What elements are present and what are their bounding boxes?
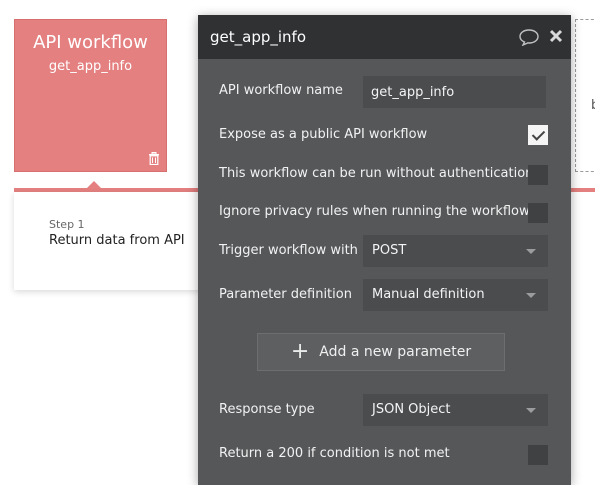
add-parameter-label: Add a new parameter: [319, 344, 472, 360]
parameter-definition-select[interactable]: Manual definition: [363, 279, 548, 311]
response-type-label: Response type: [219, 402, 315, 417]
placeholder-partial-text: b: [591, 98, 595, 113]
expose-public-checkbox[interactable]: [528, 125, 548, 145]
chevron-down-icon: [526, 249, 536, 254]
chevron-down-icon: [526, 293, 536, 298]
trigger-method-select[interactable]: POST: [363, 235, 548, 267]
api-workflow-card[interactable]: API workflow get_app_info: [14, 19, 167, 172]
return-200-checkbox[interactable]: [528, 445, 548, 465]
parameter-definition-value: Manual definition: [372, 287, 485, 302]
no-auth-label: This workflow can be run without authent…: [219, 166, 534, 181]
trigger-method-label: Trigger workflow with: [219, 243, 358, 258]
plus-icon: +: [290, 339, 310, 364]
response-type-select[interactable]: JSON Object: [363, 394, 548, 426]
workflow-property-panel: get_app_info API workflow name Expose as…: [198, 15, 571, 485]
step-number: Step 1: [49, 218, 85, 231]
api-name-label: API workflow name: [219, 83, 343, 98]
parameter-definition-label: Parameter definition: [219, 287, 352, 302]
ignore-privacy-checkbox[interactable]: [528, 203, 548, 223]
new-event-placeholder[interactable]: [575, 19, 595, 172]
ignore-privacy-label: Ignore privacy rules when running the wo…: [219, 204, 530, 219]
api-name-input[interactable]: [363, 76, 546, 108]
response-type-value: JSON Object: [372, 402, 451, 417]
trash-icon[interactable]: [148, 152, 160, 165]
add-parameter-button[interactable]: + Add a new parameter: [257, 333, 505, 371]
no-auth-checkbox[interactable]: [528, 165, 548, 185]
panel-header: get_app_info: [198, 15, 571, 59]
step-card[interactable]: Step 1 Return data from API: [14, 192, 214, 290]
close-icon[interactable]: [549, 29, 563, 43]
step-title: Return data from API: [49, 233, 185, 248]
workflow-card-subtitle: get_app_info: [48, 59, 133, 74]
return-200-label: Return a 200 if condition is not met: [219, 446, 450, 461]
expose-public-label: Expose as a public API workflow: [219, 127, 428, 142]
trigger-method-value: POST: [372, 243, 407, 258]
comment-icon[interactable]: [518, 28, 540, 46]
chevron-down-icon: [526, 408, 536, 413]
workflow-card-title: API workflow: [33, 32, 148, 53]
panel-title: get_app_info: [210, 28, 306, 46]
